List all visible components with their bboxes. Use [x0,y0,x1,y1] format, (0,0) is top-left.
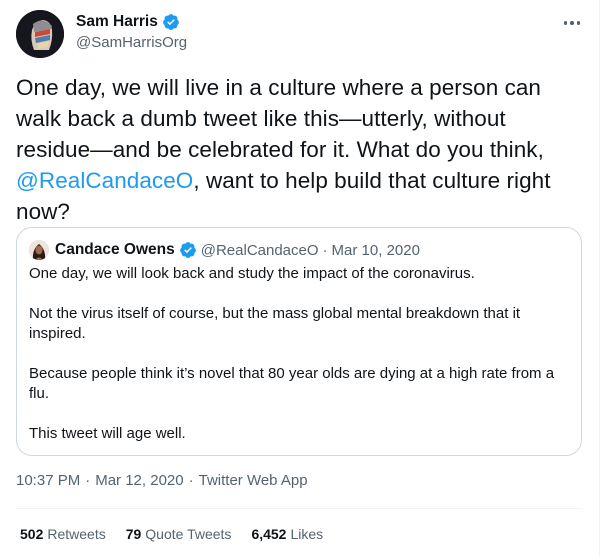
verified-badge-icon [179,242,196,258]
verified-badge-icon [162,14,179,30]
quoted-author-avatar [29,240,49,260]
author-display-name[interactable]: Sam Harris [76,13,158,31]
author-names: Sam Harris @SamHarrisOrg [76,13,187,51]
tweet-meta: 10:37 PM · Mar 12, 2020 · Twitter Web Ap… [16,472,308,489]
tweet-date[interactable]: Mar 12, 2020 [95,472,183,489]
tweet-text: One day, we will live in a culture where… [16,72,576,227]
quoted-tweet-header: Candace Owens @RealCandaceO · Mar 10, 20… [29,240,420,260]
retweets-stat[interactable]: 502 Retweets [20,526,106,542]
avatar-image [16,10,64,58]
quoted-tweet[interactable]: Candace Owens @RealCandaceO · Mar 10, 20… [16,227,582,456]
quoted-author-name: Candace Owens [55,241,175,258]
separator-dot: · [322,241,328,259]
tweet-source-link[interactable]: Twitter Web App [199,472,308,489]
retweets-label: Retweets [47,526,106,542]
divider [16,508,583,509]
tweet-header: Sam Harris @SamHarrisOrg [16,10,586,60]
quoted-author-handle: @RealCandaceO [200,241,319,259]
quoted-paragraph: One day, we will look back and study the… [29,265,475,282]
author-handle[interactable]: @SamHarrisOrg [76,34,187,51]
likes-count: 6,452 [251,526,287,542]
quote-tweets-count: 79 [125,526,142,542]
retweets-count: 502 [20,526,44,542]
quoted-paragraph: This tweet will age well. [29,425,186,442]
quoted-avatar-image [29,240,49,260]
likes-stat[interactable]: 6,452 Likes [251,526,323,542]
separator-dot: · [85,472,91,489]
mention-link[interactable]: @RealCandaceO [16,168,193,193]
more-options-icon[interactable] [560,14,584,32]
tweet-text-part: One day, we will live in a culture where… [16,75,544,162]
quoted-paragraph: Because people think it’s novel that 80 … [29,365,555,402]
quoted-tweet-text: One day, we will look back and study the… [29,264,569,444]
likes-label: Likes [290,526,324,542]
quoted-date: Mar 10, 2020 [331,241,420,259]
tweet-time[interactable]: 10:37 PM [16,472,80,489]
engagement-stats: 502 Retweets 79 Quote Tweets 6,452 Likes [20,526,323,542]
author-avatar[interactable] [16,10,64,58]
separator-dot: · [188,472,194,489]
quoted-paragraph: Not the virus itself of course, but the … [29,305,521,342]
quote-tweets-label: Quote Tweets [145,526,232,542]
tweet-card: Sam Harris @SamHarrisOrg One day, we wil… [0,0,600,557]
quote-tweets-stat[interactable]: 79 Quote Tweets [126,526,232,542]
